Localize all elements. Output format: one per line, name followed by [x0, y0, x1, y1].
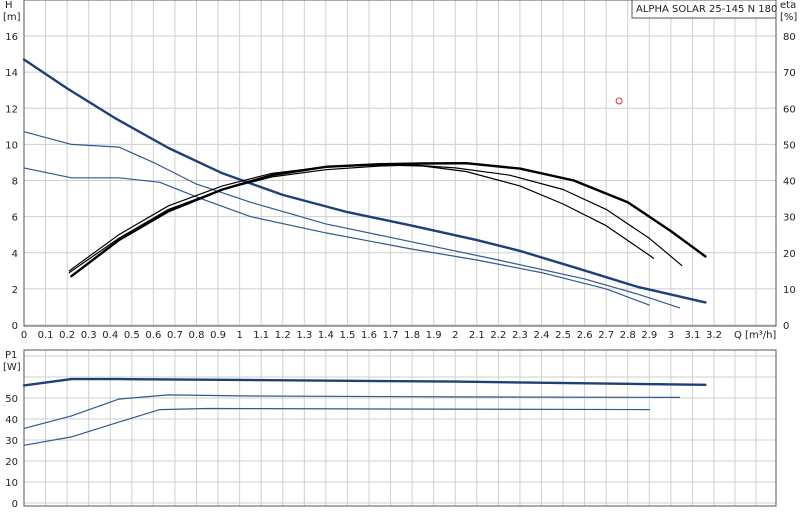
head-tick-label: 2 [12, 285, 18, 296]
power-frame [23, 349, 777, 507]
x-tick-label: 0.2 [59, 330, 75, 341]
power-grid [23, 350, 776, 506]
x-tick-label: 2.9 [641, 330, 657, 341]
x-tick-label: 1.9 [426, 330, 442, 341]
flow-axis-label: Q [m³/h] [734, 330, 776, 341]
power-series [22, 377, 707, 446]
x-tick-label: 1.6 [361, 330, 377, 341]
x-tick-label: 1.8 [404, 330, 420, 341]
x-tick-label: 0.8 [189, 330, 205, 341]
x-tick-label: 2.6 [577, 330, 593, 341]
efficiency-tick-label: 10 [783, 285, 796, 296]
head-tick-label: 8 [12, 177, 18, 188]
head-tick-label: 4 [12, 249, 18, 260]
power-ticks: 0 10 20 30 40 50 [5, 394, 18, 510]
x-tick-label: 0.9 [210, 330, 226, 341]
head-curve-2 [23, 131, 681, 309]
efficiency-tick-label: 50 [783, 140, 796, 151]
x-tick-label: 2.3 [512, 330, 528, 341]
x-tick-label: 0.7 [167, 330, 183, 341]
head-tick-label: 14 [5, 68, 18, 79]
chart-title: ALPHA SOLAR 25-145 N 180 [636, 4, 777, 15]
x-tick-label: 0.5 [124, 330, 140, 341]
x-tick-label: 1.3 [296, 330, 312, 341]
x-tick-label: 0 [21, 330, 27, 341]
power-tick-label: 20 [5, 457, 18, 468]
operating-point-marker [615, 97, 623, 105]
head-efficiency-ticks: 0 0.1 0.2 0.3 0.4 0.5 0.6 0.7 0.8 0.9 1 1.1 1.2 1.3 1.… [5, 32, 795, 341]
x-tick-label: 2.2 [490, 330, 506, 341]
x-tick-label: 0.3 [81, 330, 97, 341]
head-efficiency-series [22, 58, 707, 309]
efficiency-axis-label: eta [780, 0, 796, 11]
x-tick-label: 1.4 [318, 330, 334, 341]
x-tick-label: 1 [236, 330, 242, 341]
x-tick-label: 2.5 [555, 330, 571, 341]
x-tick-label: 1.2 [275, 330, 291, 341]
efficiency-tick-label: 30 [783, 213, 796, 224]
head-axis-unit: [m] [3, 12, 21, 23]
x-tick-label: 1.5 [339, 330, 355, 341]
efficiency-tick-label: 70 [783, 68, 796, 79]
x-tick-label: 3 [668, 330, 674, 341]
power-tick-label: 50 [5, 394, 18, 405]
x-tick-label: 1.7 [383, 330, 399, 341]
power-tick-label: 30 [5, 436, 18, 447]
power-tick-label: 10 [5, 478, 18, 489]
power-tick-label: 0 [12, 499, 18, 510]
power-axis-unit: [W] [3, 362, 21, 373]
power-axis-label: P1 [5, 350, 17, 361]
x-tick-label: 2.1 [469, 330, 485, 341]
efficiency-tick-label: 0 [783, 321, 789, 332]
efficiency-tick-label: 40 [783, 177, 796, 188]
efficiency-tick-label: 80 [783, 32, 796, 43]
x-tick-label: 0.1 [38, 330, 54, 341]
pump-curve-chart: 0 0.1 0.2 0.3 0.4 0.5 0.6 0.7 0.8 0.9 1 1.1 1.2 1.3 1.… [0, 0, 800, 520]
chart-canvas: 0 0.1 0.2 0.3 0.4 0.5 0.6 0.7 0.8 0.9 1 1.1 1.2 1.3 1.… [3, 0, 797, 510]
head-curve-3 [23, 167, 650, 306]
x-tick-label: 3.2 [706, 330, 722, 341]
power-tick-label: 40 [5, 415, 18, 426]
power-curve-2 [23, 394, 681, 429]
x-tick-label: 2.8 [620, 330, 636, 341]
efficiency-axis-unit: [%] [780, 12, 797, 23]
head-tick-label: 0 [12, 321, 18, 332]
x-tick-label: 3.1 [684, 330, 700, 341]
head-tick-label: 10 [5, 140, 18, 151]
head-axis-label: H [5, 0, 13, 11]
power-curve-1 [22, 377, 707, 387]
head-tick-label: 16 [5, 32, 18, 43]
x-tick-label: 0.4 [102, 330, 118, 341]
head-tick-label: 6 [12, 213, 18, 224]
efficiency-tick-label: 20 [783, 249, 796, 260]
x-tick-label: 1.1 [253, 330, 269, 341]
head-tick-label: 12 [5, 104, 18, 115]
x-tick-label: 0.6 [145, 330, 161, 341]
x-tick-label: 2.7 [598, 330, 614, 341]
x-tick-label: 2.4 [534, 330, 550, 341]
x-tick-label: 2 [452, 330, 458, 341]
efficiency-tick-label: 60 [783, 104, 796, 115]
